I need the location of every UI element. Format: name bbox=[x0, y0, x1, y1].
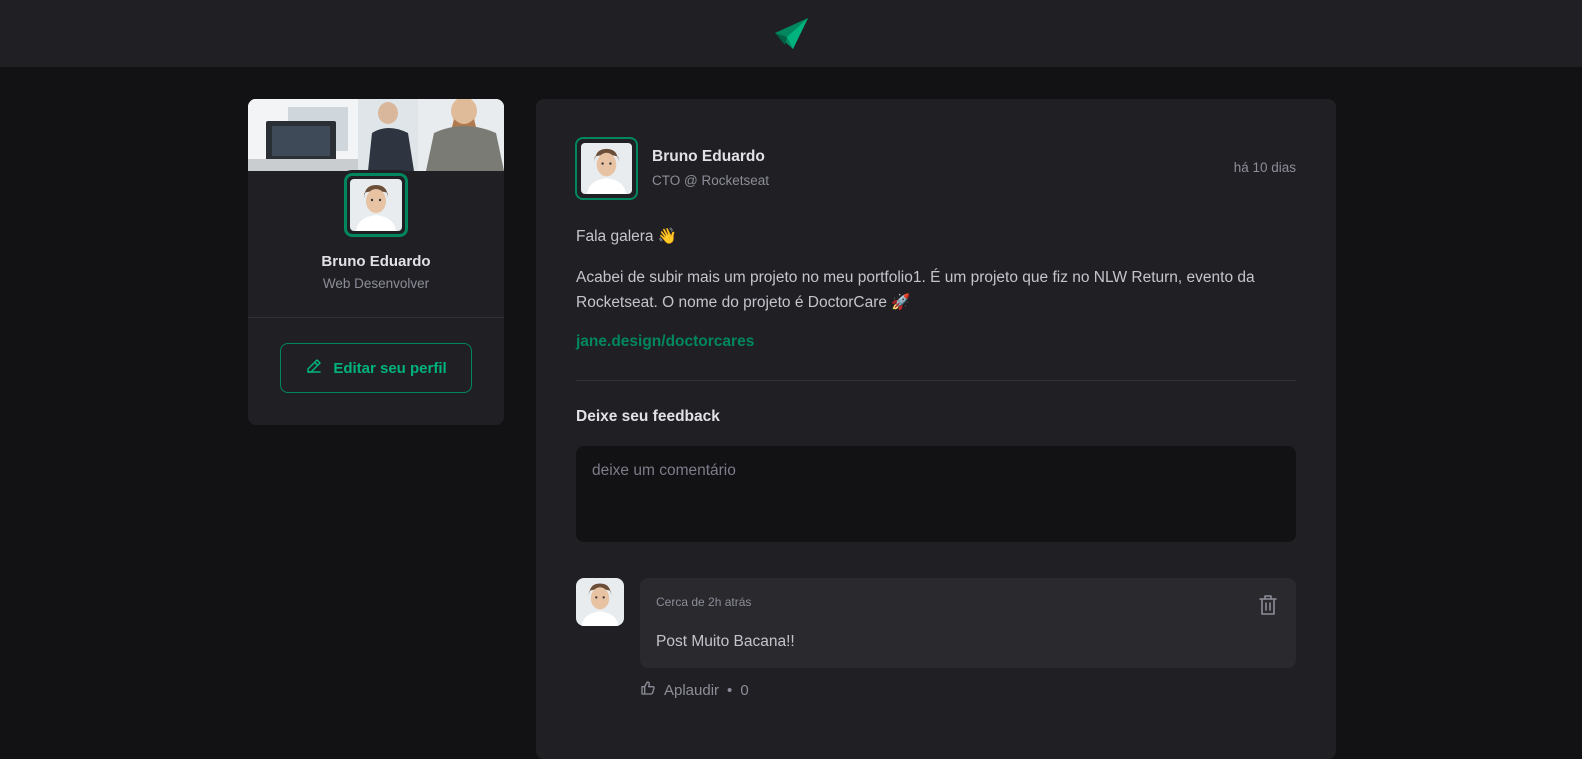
post-greeting: Fala galera 👋 bbox=[576, 228, 678, 245]
post-body: Acabei de subir mais um projeto no meu p… bbox=[576, 269, 1255, 311]
comment-text: Post Muito Bacana!! bbox=[656, 633, 795, 650]
applaud-count: 0 bbox=[740, 681, 749, 699]
comment-box: Cerca de 2h atrás Post Muito Bacana!! bbox=[640, 578, 1296, 668]
cover-image bbox=[248, 99, 504, 171]
feedback-title: Deixe seu feedback bbox=[576, 408, 720, 425]
paper-plane-icon bbox=[773, 17, 809, 51]
post-content: Fala galera 👋 Acabei de subir mais um pr… bbox=[576, 224, 1296, 331]
post-link[interactable]: jane.design/doctorcares bbox=[576, 333, 754, 351]
post-published-time: há 10 dias bbox=[1233, 160, 1296, 175]
edit-profile-label: Editar seu perfil bbox=[333, 359, 447, 377]
comment-input[interactable] bbox=[576, 446, 1296, 542]
profile-name: Bruno Eduardo bbox=[321, 253, 431, 270]
applaud-button[interactable]: Aplaudir • 0 bbox=[640, 680, 749, 700]
post-author-role: CTO @ Rocketseat bbox=[652, 173, 769, 188]
top-header bbox=[0, 0, 1582, 67]
profile-role: Web Desenvolver bbox=[322, 276, 430, 291]
profile-sidebar: Bruno Eduardo Web Desenvolver Editar seu… bbox=[248, 99, 504, 425]
pencil-icon bbox=[305, 357, 323, 379]
thumbs-up-icon bbox=[640, 680, 656, 700]
post-author-avatar[interactable] bbox=[575, 137, 638, 200]
avatar[interactable] bbox=[341, 170, 411, 240]
edit-profile-button[interactable]: Editar seu perfil bbox=[280, 343, 472, 393]
divider bbox=[248, 317, 504, 318]
divider bbox=[576, 380, 1296, 381]
post-card: Bruno Eduardo CTO @ Rocketseat há 10 dia… bbox=[536, 99, 1336, 759]
comment-time: Cerca de 2h atrás bbox=[656, 595, 752, 609]
post-author-name: Bruno Eduardo bbox=[652, 148, 765, 165]
comment-author-avatar[interactable] bbox=[576, 578, 624, 626]
applaud-label: Aplaudir bbox=[664, 681, 720, 699]
trash-icon[interactable] bbox=[1258, 594, 1278, 621]
applaud-separator: • bbox=[727, 681, 733, 699]
